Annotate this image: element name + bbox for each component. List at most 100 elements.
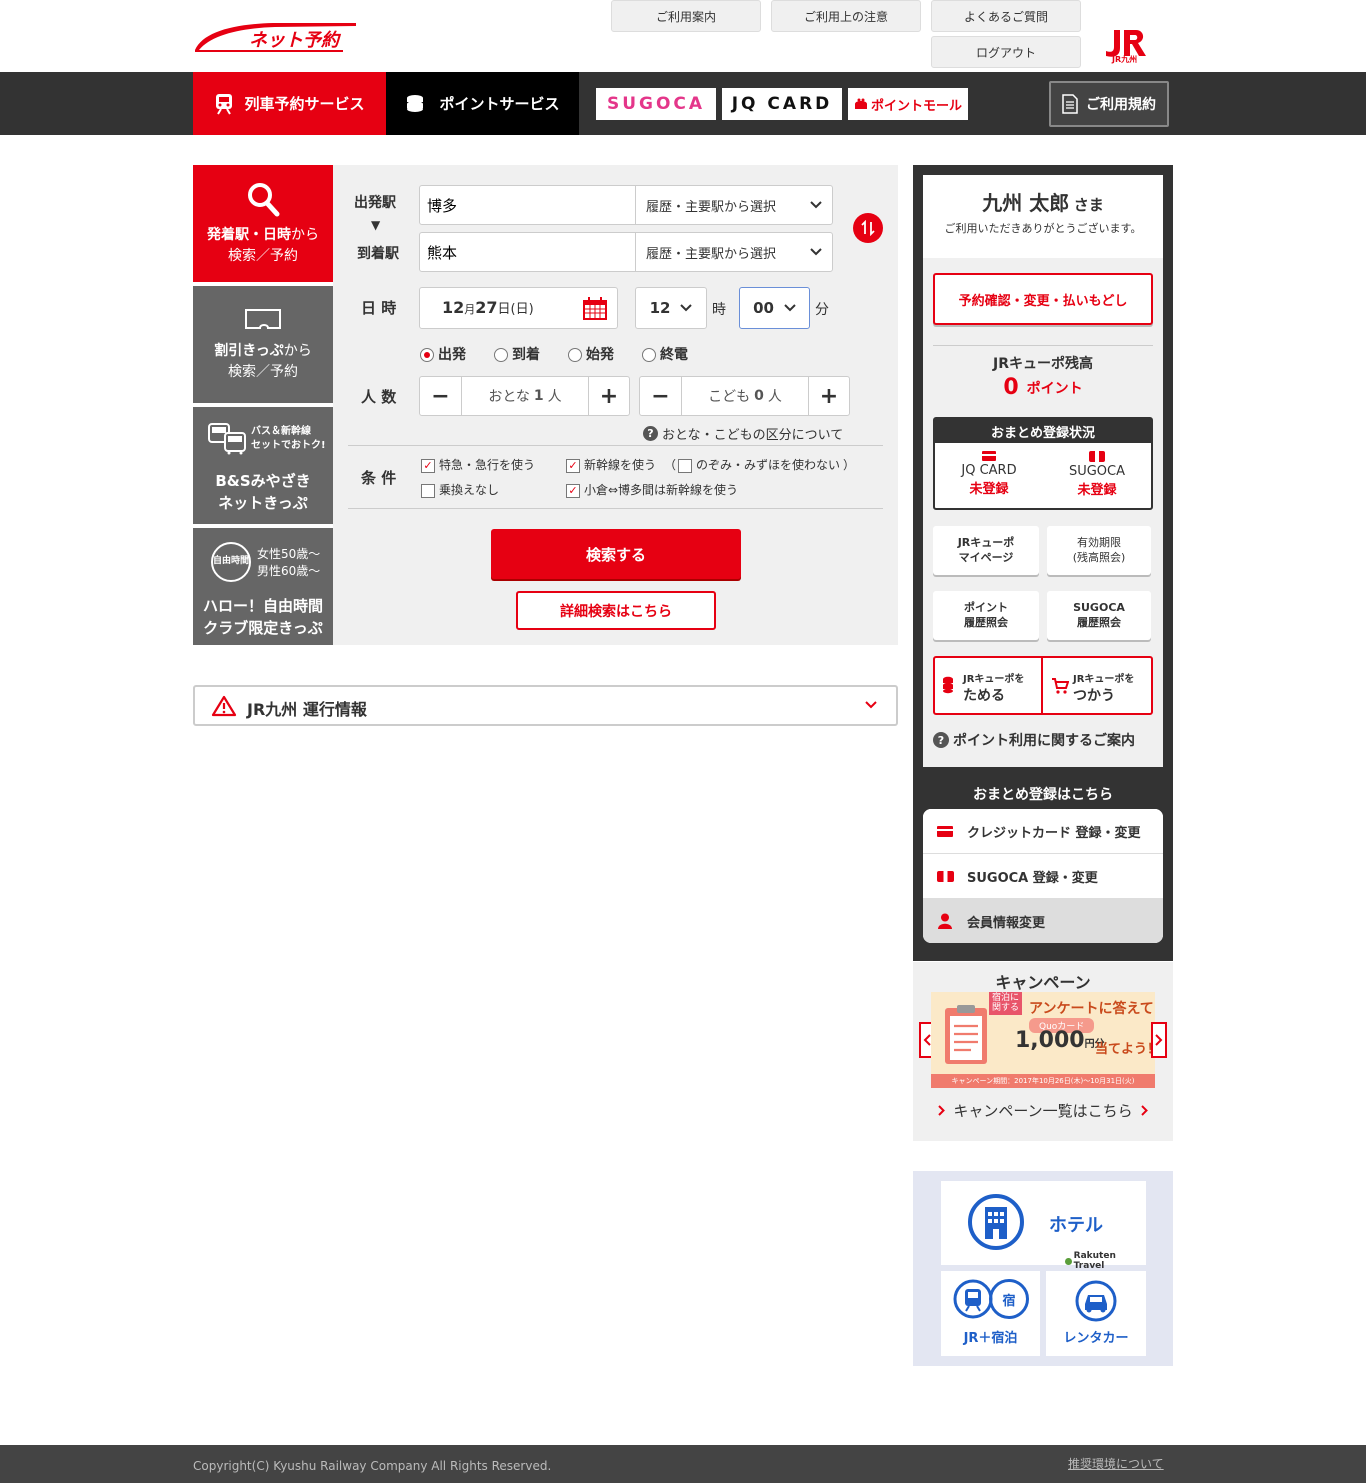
coins-icon <box>407 94 424 112</box>
logout-button[interactable]: ログアウト <box>931 36 1081 68</box>
site-logo[interactable]: ネット予約 <box>193 18 358 58</box>
sugocahist-line1: SUGOCA <box>1073 600 1125 614</box>
terms-button[interactable]: ご利用規約 <box>1049 81 1169 127</box>
adult-unit: 人 <box>547 389 562 405</box>
use-points-button[interactable]: JRキューポを つかう <box>1045 658 1151 713</box>
departure-station-select[interactable]: 履歴・主要駅から選択 <box>635 186 832 224</box>
nozomi-label: のぞみ・みずほを使わない <box>696 458 841 472</box>
member-info-link[interactable]: 会員情報変更 <box>923 899 1163 943</box>
no-transfer-check-box <box>421 483 435 498</box>
caution-link[interactable]: ご利用上の注意 <box>771 0 921 32</box>
campaign-banner[interactable]: 宿泊に 関する アンケートに答えて Quoカード 1,000 円分 当てよう！ キャ… <box>931 992 1155 1088</box>
radio-departure[interactable]: 出発 <box>420 344 466 364</box>
credit-card-register-link[interactable]: クレジットカード 登録・変更 <box>923 809 1163 854</box>
inn-icon: 宿 <box>989 1279 1029 1319</box>
tab-train-reservation[interactable]: 列車予約サービス <box>193 72 386 135</box>
nozomi-check-box <box>678 458 692 473</box>
tab-discount-line2: 検索／予約 <box>228 363 298 380</box>
date-month-unit: 月 <box>464 303 476 316</box>
recommended-env-link[interactable]: 推奨環境について <box>1068 1455 1164 1472</box>
search-button[interactable]: 検索する <box>491 529 741 579</box>
faq-link[interactable]: よくあるご質問 <box>931 0 1081 32</box>
adult-count-value: 1 <box>533 388 544 404</box>
date-month: 12 <box>442 298 465 317</box>
paren-open: （ <box>664 458 677 472</box>
arrival-label: 到着駅 <box>357 246 399 262</box>
kokura-checkbox[interactable]: ✓ 小倉⇔博多間は新幹線を使う <box>566 481 738 498</box>
arrival-station-select[interactable]: 履歴・主要駅から選択 <box>635 233 832 271</box>
jrqpo-mypage-button[interactable]: JRキューポ マイページ <box>933 526 1039 575</box>
nozomi-checkbox[interactable]: のぞみ・みずほを使わない <box>678 456 840 473</box>
date-weekday: (日) <box>510 302 534 317</box>
expiry-check-button[interactable]: 有効期限 (残高照会) <box>1047 526 1151 575</box>
credit-card-register-label: クレジットカード 登録・変更 <box>967 825 1141 841</box>
tab-point-service[interactable]: ポイントサービス <box>386 72 579 135</box>
sugoca-register-link[interactable]: SUGOCA 登録・変更 <box>923 854 1163 899</box>
guide-link[interactable]: ご利用案内 <box>611 0 761 32</box>
main-nav: 列車予約サービス ポイントサービス SUGOCA JQ CARD ポイントモール… <box>0 72 1366 135</box>
people-label: 人 数 <box>361 388 397 406</box>
banner-period: キャンペーン期間：2017年10月26日(木)〜10月31日(火) <box>931 1074 1155 1088</box>
tab-hello-jiyujikan[interactable]: 自由時間 女性50歳～ 男性60歳～ ハロー！自由時間 クラブ限定きっぷ <box>193 528 333 645</box>
adult-plus-button[interactable]: + <box>588 377 629 415</box>
radio-last-train[interactable]: 終電 <box>642 344 688 364</box>
departure-station-field: 履歴・主要駅から選択 <box>419 185 833 225</box>
express-checkbox[interactable]: ✓ 特急・急行を使う <box>421 456 535 473</box>
save-points-button[interactable]: JRキューポを ためる <box>935 658 1043 713</box>
sugoca-history-button[interactable]: SUGOCA 履歴照会 <box>1047 591 1151 640</box>
radio-first-train[interactable]: 始発 <box>568 344 614 364</box>
date-value: 12 月 27 日 (日) <box>442 298 534 317</box>
adult-minus-button[interactable]: − <box>420 377 462 415</box>
age-category-link[interactable]: ? おとな・こどもの区分について <box>643 424 843 443</box>
sugoca-link[interactable]: SUGOCA <box>596 88 716 120</box>
swap-stations-button[interactable] <box>853 213 883 243</box>
expiry-line2: (残高照会) <box>1072 550 1126 564</box>
adult-count: おとな 1 人 <box>462 377 588 415</box>
help-icon: ? <box>643 426 658 441</box>
hour-value: 12 <box>649 299 671 317</box>
advanced-search-button[interactable]: 詳細検索はこちら <box>516 591 716 630</box>
service-info-accordion[interactable]: JR九州 運行情報 <box>193 685 898 726</box>
departure-select-label: 履歴・主要駅から選択 <box>646 199 777 215</box>
point-history-button[interactable]: ポイント 履歴照会 <box>933 591 1039 640</box>
kokura-label: 小倉⇔博多間は新幹線を使う <box>584 483 739 497</box>
date-day: 27 <box>475 298 498 317</box>
hotel-button[interactable]: ホテル Rakuten Travel <box>941 1181 1146 1271</box>
tab-discount-ticket[interactable]: 割引きっぷから 検索／予約 <box>193 286 333 403</box>
radio-departure-dot <box>420 348 434 362</box>
banner-amount-value: 1,000 <box>1015 1028 1085 1053</box>
point-guide-link[interactable]: ? ポイント利用に関するご案内 <box>933 730 1135 750</box>
credit-card-icon <box>937 826 953 837</box>
tab-discount-line1: 割引きっぷから <box>214 341 311 361</box>
campaign-title: キャンペーン <box>995 973 1091 992</box>
arrival-station-input[interactable] <box>420 233 635 271</box>
clipboard-icon <box>945 1005 987 1064</box>
tab-discount-bold: 割引きっぷ <box>214 343 284 360</box>
reservation-check-button[interactable]: 予約確認・変更・払いもどし <box>933 273 1153 325</box>
tab-bs-miyazaki[interactable]: バス＆新幹線 セットでおトク! B&Sみやざき ネットきっぷ <box>193 407 333 524</box>
save-small-label: JRキューポを <box>963 674 1025 685</box>
logo-text: ネット予約 <box>249 30 339 51</box>
shinkansen-checkbox[interactable]: ✓ 新幹線を使う <box>566 456 656 473</box>
campaign-section: キャンペーン 宿泊に 関する アンケートに答えて Quoカード 1,000 円分 当… <box>913 962 1173 1141</box>
tab-station-date-search[interactable]: 発着駅・日時から 検索／予約 <box>193 165 343 282</box>
child-stepper: − こども 0 人 + <box>639 376 850 416</box>
child-count: こども 0 人 <box>682 377 808 415</box>
jr-stay-button[interactable]: 宿 JR＋宿泊 <box>941 1271 1040 1356</box>
date-picker[interactable]: 12 月 27 日 (日) <box>419 287 618 329</box>
campaign-next-button[interactable] <box>1151 1022 1167 1058</box>
campaign-list-link[interactable]: キャンペーン一覧はこちら <box>913 1100 1173 1121</box>
minute-select[interactable]: 00 <box>739 287 810 329</box>
child-plus-button[interactable]: + <box>808 377 849 415</box>
pointmall-link[interactable]: ポイントモール <box>848 88 968 120</box>
no-transfer-checkbox[interactable]: 乗換えなし <box>421 481 499 498</box>
rental-car-button[interactable]: レンタカー <box>1046 1271 1146 1356</box>
hour-select[interactable]: 12 <box>635 287 707 329</box>
mypage-line2: マイページ <box>958 550 1014 564</box>
shinkansen-check-mark: ✓ <box>566 458 580 473</box>
jqcard-link[interactable]: JQ CARD <box>722 88 842 120</box>
radio-arrival[interactable]: 到着 <box>494 344 540 364</box>
child-minus-button[interactable]: − <box>640 377 682 415</box>
departure-station-input[interactable] <box>420 186 635 224</box>
credit-card-icon <box>982 451 996 461</box>
